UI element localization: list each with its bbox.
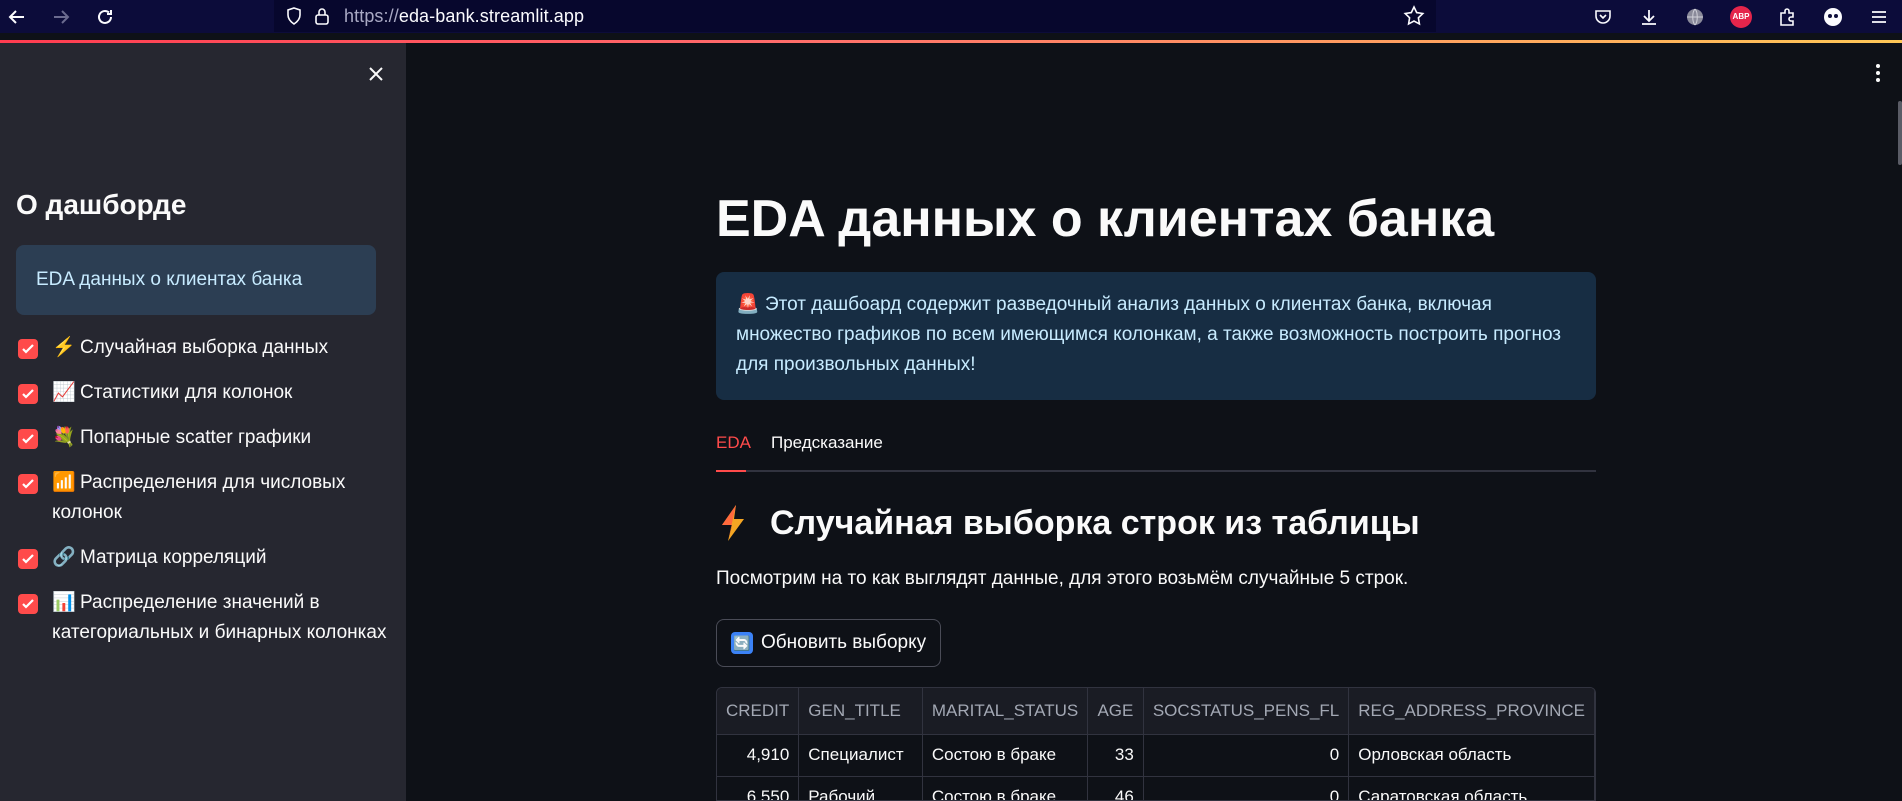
extensions-puzzle-icon[interactable] <box>1764 0 1810 33</box>
table-row: 4,910 Специалист Состою в браке 33 0 Орл… <box>717 734 1595 777</box>
pocket-icon[interactable] <box>1580 0 1626 33</box>
section-checkbox-list: ⚡ Случайная выборка данных 📈 Статистики дл… <box>18 337 388 668</box>
siren-icon: 🚨 <box>736 294 760 315</box>
table-header-row: CREDIT GEN_TITLE MARITAL_STATUS AGE SOCS… <box>717 688 1595 735</box>
tab-bar: EDA Предсказание <box>716 433 1596 459</box>
close-icon[interactable] <box>362 60 390 88</box>
sidebar: О дашборде EDA данных о клиентах банка ⚡… <box>0 43 406 801</box>
url-text[interactable]: https://eda-bank.streamlit.app <box>344 6 584 27</box>
checkbox-label: Матрица корреляций <box>80 547 267 568</box>
table-cell[interactable]: 0 <box>1143 776 1350 800</box>
menu-hamburger-icon[interactable] <box>1856 0 1902 33</box>
tab-eda[interactable]: EDA <box>716 433 751 459</box>
checkbox-categorical-distributions[interactable]: 📊 Распределение значений в категориальных… <box>18 592 388 648</box>
tab-prediction[interactable]: Предсказание <box>771 433 883 459</box>
checkbox-random-sample[interactable]: ⚡ Случайная выборка данных <box>18 337 388 363</box>
table-cell[interactable]: 33 <box>1087 734 1144 777</box>
main-content: EDA данных о клиентах банка 🚨 Этот дашбо… <box>406 43 1902 801</box>
shield-icon[interactable] <box>284 6 304 26</box>
checkbox-checked-icon[interactable] <box>18 549 38 569</box>
globe-extension-icon[interactable] <box>1672 0 1718 33</box>
checkbox-numeric-distributions[interactable]: 📶 Распределения для числовых колонок <box>18 472 388 528</box>
signal-bars-icon: 📶 <box>52 472 76 493</box>
bookmark-star-icon[interactable] <box>1402 4 1426 28</box>
lock-icon[interactable] <box>312 6 332 26</box>
refresh-button-label: Обновить выборку <box>761 632 927 653</box>
checkbox-label: Статистики для колонок <box>80 382 293 403</box>
more-vertical-icon[interactable] <box>1868 61 1888 85</box>
table-cell[interactable]: Специалист <box>798 734 923 777</box>
forward-icon[interactable] <box>46 2 76 32</box>
download-icon[interactable] <box>1626 0 1672 33</box>
lightning-icon <box>722 505 744 541</box>
checkbox-correlation-matrix[interactable]: 🔗 Матрица корреляций <box>18 547 388 573</box>
table-cell[interactable]: 0 <box>1143 734 1350 777</box>
table-cell[interactable]: 4,910 <box>717 734 800 777</box>
checkbox-column-stats[interactable]: 📈 Статистики для колонок <box>18 382 388 408</box>
refresh-icon: 🔄 <box>731 632 753 654</box>
checkbox-label: Распределение значений в категориальных … <box>52 592 387 643</box>
column-header[interactable]: CREDIT <box>717 688 800 735</box>
bouquet-icon: 💐 <box>52 427 76 448</box>
checkbox-pair-scatter[interactable]: 💐 Попарные scatter графики <box>18 427 388 453</box>
url-host: eda-bank.streamlit.app <box>398 5 585 26</box>
table-cell[interactable]: 6,550 <box>717 776 800 800</box>
refresh-sample-button[interactable]: 🔄 Обновить выборку <box>716 619 942 667</box>
checkbox-label: Попарные scatter графики <box>80 427 312 448</box>
column-header[interactable]: GEN_TITLE <box>798 688 923 735</box>
table-cell[interactable]: Рабочий <box>798 776 923 800</box>
section-title: Случайная выборка строк из таблицы <box>770 503 1420 542</box>
checkbox-checked-icon[interactable] <box>18 474 38 494</box>
checkbox-checked-icon[interactable] <box>18 429 38 449</box>
sidebar-info-box: EDA данных о клиентах банка <box>16 245 376 315</box>
checkbox-checked-icon[interactable] <box>18 384 38 404</box>
table-cell[interactable]: Состою в браке <box>922 776 1089 800</box>
section-description: Посмотрим на то как выглядят данные, для… <box>716 568 1409 589</box>
table-cell[interactable]: Состою в браке <box>922 734 1089 777</box>
url-protocol: https:// <box>344 5 399 26</box>
lightning-icon: ⚡ <box>52 337 76 358</box>
adblock-icon[interactable]: ABP <box>1718 0 1764 33</box>
section-heading: Случайная выборка строк из таблицы <box>716 503 1420 543</box>
reload-icon[interactable] <box>90 2 120 32</box>
sample-data-table[interactable]: CREDIT GEN_TITLE MARITAL_STATUS AGE SOCS… <box>716 687 1596 801</box>
scrollbar-thumb[interactable] <box>1898 101 1902 165</box>
checkbox-label: Случайная выборка данных <box>80 337 329 358</box>
bar-chart-icon: 📊 <box>52 592 76 613</box>
column-header[interactable]: REG_ADDRESS_PROVINCE <box>1348 688 1595 735</box>
column-header[interactable]: MARITAL_STATUS <box>922 688 1089 735</box>
checkbox-label: Распределения для числовых колонок <box>52 472 346 523</box>
table-cell[interactable]: Орловская область <box>1348 734 1595 777</box>
sidebar-title: О дашборде <box>16 189 187 220</box>
address-bar[interactable]: https://eda-bank.streamlit.app <box>274 0 1436 32</box>
back-icon[interactable] <box>2 2 32 32</box>
browser-toolbar: https://eda-bank.streamlit.app ABP <box>0 0 1902 33</box>
table-row: 6,550 Рабочий Состою в браке 46 0 Сарато… <box>717 776 1595 800</box>
active-tab-indicator <box>716 470 746 472</box>
table-cell[interactable]: 46 <box>1087 776 1144 800</box>
column-header[interactable]: SOCSTATUS_PENS_FL <box>1143 688 1350 735</box>
table-cell[interactable]: Саратовская область <box>1348 776 1595 800</box>
tab-divider <box>716 470 1596 472</box>
browser-extensions: ABP <box>1580 0 1902 33</box>
column-header[interactable]: AGE <box>1087 688 1144 735</box>
alert-text: Этот дашбоард содержит разведочный анали… <box>736 294 1562 375</box>
info-alert: 🚨 Этот дашбоард содержит разведочный ана… <box>716 272 1596 400</box>
account-icon[interactable] <box>1810 0 1856 33</box>
chart-up-icon: 📈 <box>52 382 76 403</box>
link-icon: 🔗 <box>52 547 76 568</box>
checkbox-checked-icon[interactable] <box>18 339 38 359</box>
checkbox-checked-icon[interactable] <box>18 594 38 614</box>
page-title: EDA данных о клиентах банка <box>716 190 1495 248</box>
